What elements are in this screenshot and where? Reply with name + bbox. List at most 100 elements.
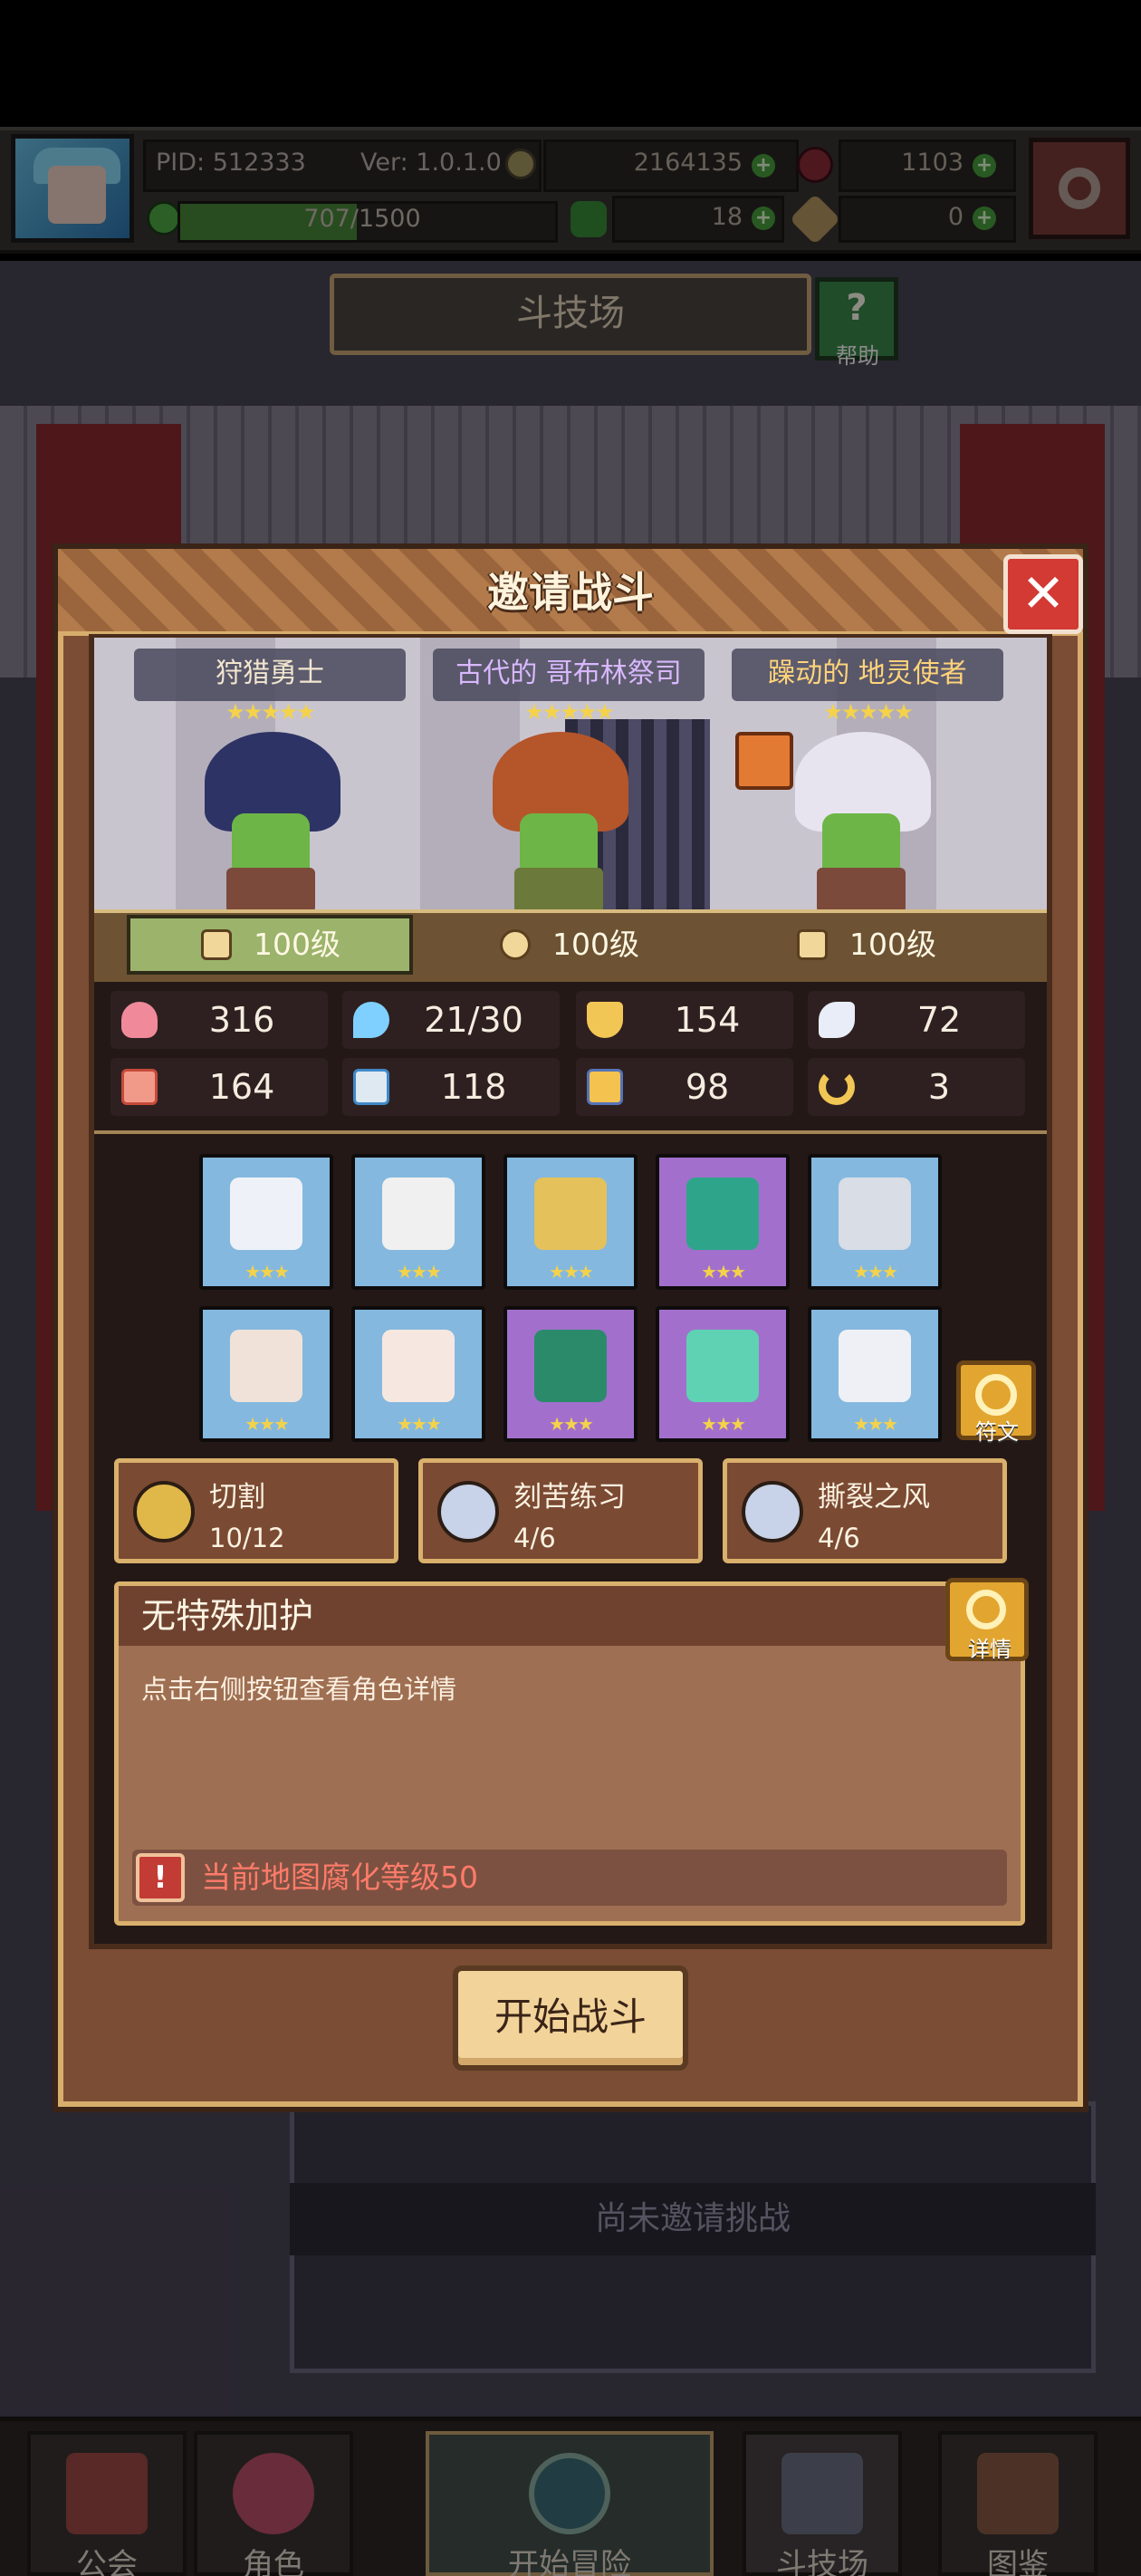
swap-icon [975, 1374, 1017, 1416]
equipment-stars: ★★★ [853, 1261, 898, 1283]
skill-level-1: 10/12 [209, 1523, 285, 1553]
blessing-title: 无特殊加护 [141, 1596, 314, 1636]
close-icon: ✕ [1021, 562, 1066, 624]
earth-envoy-sprite[interactable] [795, 732, 931, 913]
rune-button[interactable]: 符文 [956, 1360, 1036, 1445]
equipment-stars: ★★★ [549, 1261, 594, 1283]
stat-mana: 21/30 [342, 991, 560, 1049]
helmet-icon [839, 1177, 911, 1250]
character-stars-2: ★★★★★ [524, 699, 615, 725]
gem-ring-icon [686, 1330, 759, 1402]
skill-level-2: 4/6 [513, 1523, 556, 1553]
stat-defense-value: 154 [674, 1000, 741, 1040]
stat-hp: 316 [110, 991, 328, 1049]
armor-icon [382, 1330, 455, 1402]
hunter-warrior-sprite[interactable] [205, 732, 340, 913]
stat-agility-value: 98 [685, 1067, 730, 1107]
arrow-icon [201, 929, 232, 960]
stat-luck: 3 [808, 1058, 1025, 1116]
stat-defense: 154 [576, 991, 793, 1049]
skill-card-3[interactable]: 撕裂之风 4/6 [723, 1458, 1007, 1563]
detail-button[interactable]: 详情 [945, 1578, 1029, 1662]
rune-label: 符文 [975, 1419, 1019, 1445]
skill-cut-icon [133, 1481, 195, 1543]
equipment-stars: ★★★ [244, 1261, 290, 1283]
character-level-1: 100级 [254, 927, 340, 962]
equipment-stars: ★★★ [397, 1413, 442, 1435]
character-level-3: 100级 [849, 927, 936, 962]
corruption-warning-text: 当前地图腐化等级50 [201, 1860, 478, 1895]
shield-icon [587, 1002, 623, 1038]
character-name-3: 躁动的 地灵使者 [732, 649, 1003, 701]
emerald-amulet-icon [686, 1177, 759, 1250]
skill-name-1: 切割 [209, 1481, 265, 1514]
magnifier-icon [966, 1590, 1006, 1629]
sprite-cloth [817, 868, 906, 913]
equipment-slot[interactable]: ★★★ [656, 1306, 790, 1442]
start-battle-button[interactable]: 开始战斗 [453, 1966, 688, 2071]
equipment-slot[interactable]: ★★★ [351, 1154, 485, 1290]
equipment-slot[interactable]: ★★★ [656, 1154, 790, 1290]
character-stars-1: ★★★★★ [225, 699, 316, 725]
skill-name-3: 撕裂之风 [818, 1481, 930, 1514]
equipment-stars: ★★★ [701, 1261, 746, 1283]
sword-icon [230, 1177, 302, 1250]
necklace-icon [534, 1177, 607, 1250]
equipment-stars: ★★★ [549, 1413, 594, 1435]
bracer-icon [534, 1330, 607, 1402]
character-name-1: 狩猎勇士 [134, 649, 406, 701]
heart-icon [121, 1002, 158, 1038]
skill-level-3: 4/6 [818, 1523, 860, 1553]
key-icon [797, 929, 828, 960]
boots-icon [839, 1330, 911, 1402]
book-icon [353, 1069, 389, 1105]
horseshoe-icon [819, 1069, 855, 1105]
section-divider [94, 1130, 1047, 1134]
boot-icon [587, 1069, 623, 1105]
sun-icon [500, 929, 531, 960]
character-name-2: 古代的 哥布林祭司 [433, 649, 705, 701]
collar-icon [230, 1330, 302, 1402]
sprite-cloth [514, 868, 603, 913]
stat-attack-value: 164 [208, 1067, 275, 1107]
close-button[interactable]: ✕ [1003, 554, 1083, 634]
buff-badge-icon[interactable] [735, 732, 793, 790]
equipment-slot[interactable]: ★★★ [808, 1306, 942, 1442]
dagger-icon [382, 1177, 455, 1250]
skill-practice-icon [437, 1481, 499, 1543]
equipment-stars: ★★★ [853, 1413, 898, 1435]
stat-attack: 164 [110, 1058, 328, 1116]
goblin-priest-sprite[interactable] [493, 732, 628, 913]
equipment-slot[interactable]: ★★★ [199, 1154, 333, 1290]
dialog-title: 邀请战斗 [487, 568, 654, 617]
fist-icon [121, 1069, 158, 1105]
equipment-stars: ★★★ [701, 1413, 746, 1435]
wing-icon [819, 1002, 855, 1038]
skill-card-1[interactable]: 切割 10/12 [114, 1458, 398, 1563]
equipment-slot[interactable]: ★★★ [351, 1306, 485, 1442]
stat-agility: 98 [576, 1058, 793, 1116]
equipment-slot[interactable]: ★★★ [503, 1306, 638, 1442]
character-stars-3: ★★★★★ [823, 699, 914, 725]
blessing-description: 点击右侧按钮查看角色详情 [141, 1674, 457, 1705]
equipment-slot[interactable]: ★★★ [503, 1154, 638, 1290]
skill-wind-icon [742, 1481, 803, 1543]
skill-card-2[interactable]: 刻苦练习 4/6 [418, 1458, 703, 1563]
sprite-cloth [226, 868, 315, 913]
stat-speed: 72 [808, 991, 1025, 1049]
equipment-slot[interactable]: ★★★ [808, 1154, 942, 1290]
stat-magic-value: 118 [440, 1067, 507, 1107]
stat-luck-value: 3 [927, 1067, 951, 1107]
equipment-stars: ★★★ [244, 1413, 290, 1435]
water-drop-icon [353, 1002, 389, 1038]
character-level-2: 100级 [552, 927, 639, 962]
equipment-slot[interactable]: ★★★ [199, 1306, 333, 1442]
stat-mana-value: 21/30 [424, 1000, 523, 1040]
equipment-stars: ★★★ [397, 1261, 442, 1283]
warning-icon: ! [136, 1853, 185, 1902]
stat-magic: 118 [342, 1058, 560, 1116]
stat-speed-value: 72 [916, 1000, 962, 1040]
stat-hp-value: 316 [208, 1000, 275, 1040]
skill-name-2: 刻苦练习 [513, 1481, 626, 1514]
detail-label: 详情 [968, 1637, 1012, 1662]
